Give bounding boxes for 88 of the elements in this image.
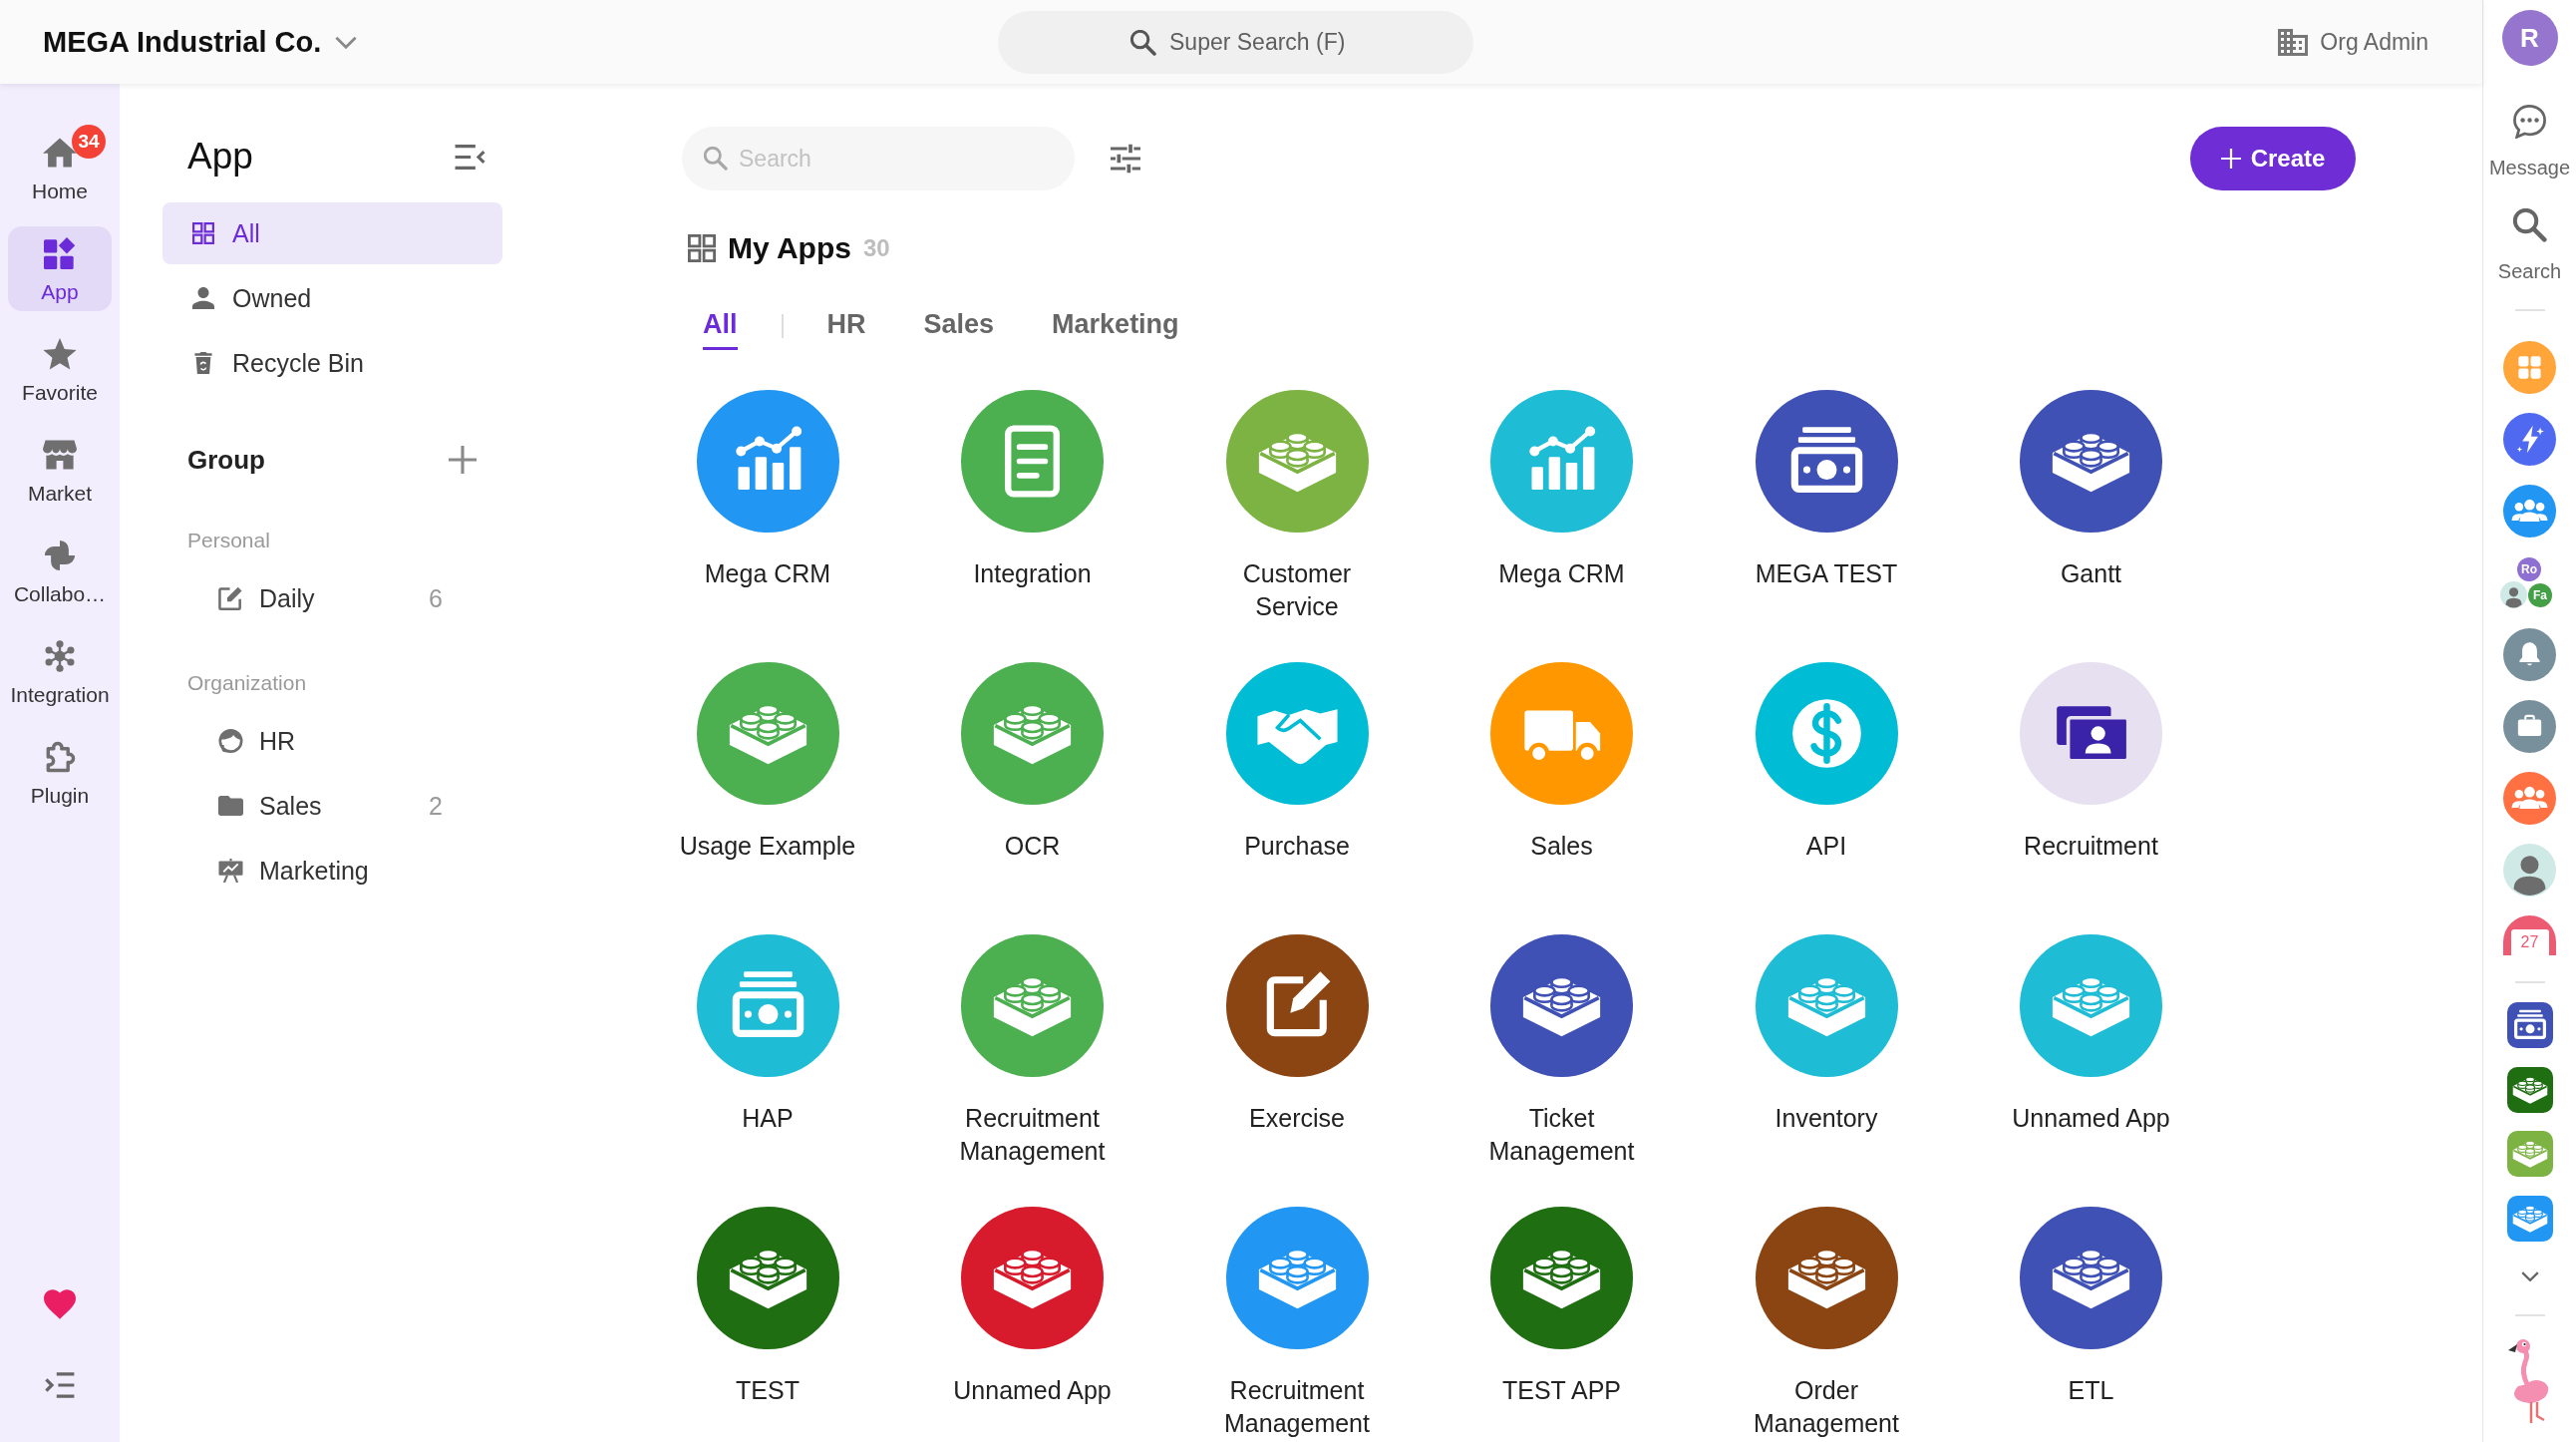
section-label: Organization [186, 670, 308, 696]
chevron-down-icon[interactable] [2520, 1270, 2539, 1281]
folder-icon [218, 794, 243, 818]
nav-item[interactable]: Plugin [8, 730, 112, 815]
apps-icon [43, 237, 77, 269]
edit-icon [218, 586, 243, 610]
group-item[interactable]: HR [162, 710, 502, 772]
head-icon [218, 729, 243, 753]
user-avatar[interactable]: R [2501, 10, 2558, 66]
sidebar-title: App [187, 135, 253, 179]
nav-item[interactable]: Integration [8, 629, 112, 714]
trash-icon [192, 352, 214, 374]
store-icon [43, 439, 77, 471]
group-item[interactable]: Marketing [162, 840, 502, 901]
nav-item[interactable]: 34 Home [8, 126, 112, 210]
chat-icon [2512, 105, 2547, 139]
app-tile[interactable]: Purchase [1202, 662, 1392, 896]
building-icon [2278, 28, 2309, 56]
app-tile[interactable]: OCR [937, 662, 1127, 896]
tab[interactable]: Marketing [1052, 307, 1179, 350]
pinwheel-icon [43, 540, 77, 571]
org-admin-button[interactable]: Org Admin [2278, 28, 2428, 56]
app-tile[interactable]: ETL [1996, 1207, 2186, 1440]
app-tile[interactable]: Inventory [1732, 934, 1921, 1168]
app-tile[interactable]: Customer Service [1202, 390, 1392, 623]
app-tile[interactable]: TEST [673, 1207, 862, 1440]
presentation-icon [218, 859, 243, 883]
star-icon [43, 338, 77, 370]
app-tile[interactable]: MEGA TEST [1732, 390, 1921, 623]
app-tile[interactable]: API [1732, 662, 1921, 896]
app-tile[interactable]: Recruitment Management [1202, 1207, 1392, 1440]
app-tile[interactable]: Integration [937, 390, 1127, 623]
app-tile[interactable]: Mega CRM [1466, 390, 1657, 623]
expand-menu-icon[interactable] [44, 1372, 76, 1398]
group-item[interactable]: Sales 2 [162, 775, 502, 837]
app-tile[interactable]: Recruitment Management [937, 934, 1127, 1168]
nav-item[interactable]: App [8, 226, 112, 311]
app-tile[interactable]: HAP [673, 934, 862, 1168]
tab[interactable]: HR [826, 307, 866, 350]
app-tile[interactable]: Mega CRM [673, 390, 862, 623]
network-icon [43, 640, 77, 672]
notification-badge: 34 [72, 125, 106, 159]
app-tile[interactable]: Unnamed App [937, 1207, 1127, 1440]
org-switcher[interactable]: MEGA Industrial Co. [43, 25, 358, 59]
search-icon [1130, 29, 1156, 56]
grid-icon [688, 234, 716, 262]
nav-item[interactable]: Favorite [8, 327, 112, 412]
app-tile[interactable]: TEST APP [1466, 1207, 1657, 1440]
home-icon [43, 137, 77, 169]
sidebar-item[interactable]: Recycle Bin [162, 332, 502, 394]
sidebar-item[interactable]: Owned [162, 267, 502, 329]
section-heading: My Apps [728, 231, 851, 265]
plus-icon [2220, 149, 2241, 169]
create-button[interactable]: Create [2190, 127, 2356, 190]
app-tile[interactable]: Exercise [1202, 934, 1392, 1168]
sidebar-item[interactable]: All [162, 202, 502, 264]
app-tile[interactable]: Recruitment [1996, 662, 2186, 896]
collapse-sidebar-icon[interactable] [454, 144, 485, 170]
heart-icon[interactable] [44, 1289, 76, 1319]
super-search-field[interactable]: Super Search (F) [998, 10, 1473, 74]
plus-icon[interactable] [449, 446, 477, 474]
app-tile[interactable]: Order Management [1732, 1207, 1921, 1440]
app-tile[interactable]: Ticket Management [1466, 934, 1657, 1168]
avatar-icon[interactable] [2500, 581, 2527, 608]
search-icon [704, 147, 728, 171]
item-count: 2 [429, 791, 443, 821]
rail-button[interactable]: Search [2497, 208, 2562, 284]
app-tile[interactable]: Usage Example [673, 662, 862, 896]
tab[interactable]: Sales [923, 307, 995, 350]
avatar-icon[interactable] [2503, 844, 2556, 897]
nav-item[interactable]: Market [8, 428, 112, 513]
tab[interactable]: All [703, 307, 738, 350]
rail-button[interactable]: Message [2488, 105, 2571, 180]
person-icon [192, 287, 214, 309]
section-label: Personal [186, 528, 271, 553]
nav-item[interactable]: Collabo… [8, 529, 112, 613]
app-count: 30 [862, 234, 890, 262]
app-tile[interactable]: Unnamed App [1996, 934, 2186, 1168]
app-tile[interactable]: Sales [1466, 662, 1657, 896]
member-avatar[interactable]: Ro [2517, 557, 2541, 581]
app-tile[interactable]: Gantt [1996, 390, 2186, 623]
group-heading: Group [187, 444, 265, 476]
chevron-down-icon [335, 35, 358, 49]
group-item[interactable]: Daily 6 [162, 567, 502, 629]
filter-icon[interactable] [1111, 144, 1140, 174]
item-count: 6 [429, 583, 443, 613]
search-icon [2512, 208, 2547, 242]
grid-icon [192, 222, 214, 244]
